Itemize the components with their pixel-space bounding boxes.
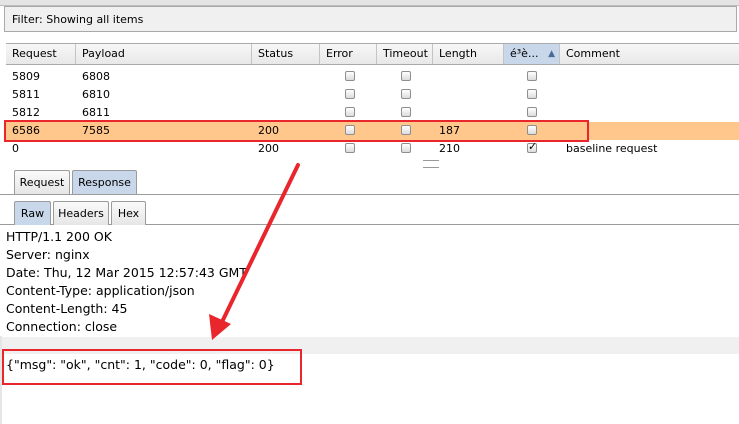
annotation-arrow-icon bbox=[209, 163, 300, 340]
